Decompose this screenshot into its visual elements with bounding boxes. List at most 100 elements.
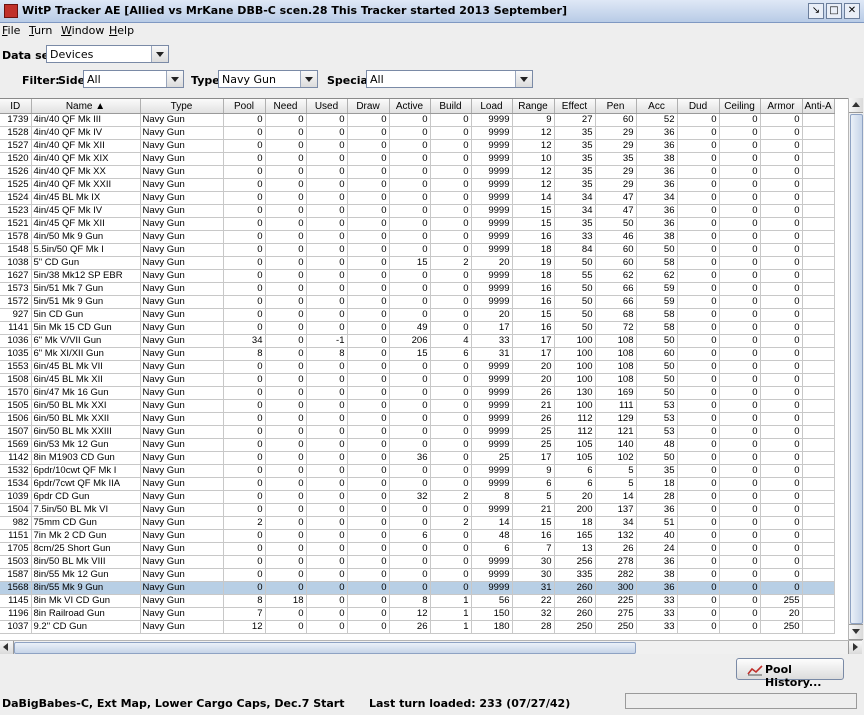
horizontal-scrollbar[interactable] [0,640,862,654]
table-cell: 9.2" CD Gun [31,620,141,634]
table-row[interactable]: 1528 4in/40 QF Mk IV Navy Gun 0 0 0 0 0 0 9999 12 3… [0,126,835,140]
table-row[interactable]: 1587 8in/55 Mk 12 Gun Navy Gun 0 0 0 0 0 0 9999 30… [0,568,835,582]
type-select[interactable]: Navy Gun [218,70,318,88]
column-header[interactable]: Build [430,99,472,114]
column-header[interactable]: Effect [554,99,596,114]
pool-history-button[interactable]: Pool History... [736,658,844,689]
chevron-down-icon[interactable] [300,71,317,87]
table-cell: 0 [719,126,761,140]
menu-help[interactable]: Help [109,24,134,37]
scroll-up-icon[interactable] [849,98,863,113]
table-cell: 225 [595,594,637,608]
table-cell: 0 [306,256,348,270]
table-row[interactable]: 1038 5" CD Gun Navy Gun 0 0 0 0 15 2 20 19 50 60 58 0 0… [0,256,835,270]
table-row[interactable]: 1525 4in/40 QF Mk XXII Navy Gun 0 0 0 0 0 0 9999 1… [0,178,835,192]
chevron-down-icon[interactable] [166,71,183,87]
table-cell: 8 [471,490,513,504]
table-row[interactable]: 1521 4in/45 QF Mk XII Navy Gun 0 0 0 0 0 0 9999 15… [0,217,835,231]
table-cell: 0 [347,529,390,543]
column-header[interactable]: Used [306,99,348,114]
menu-file[interactable]: File [2,24,20,37]
table-row[interactable]: 1627 5in/38 Mk12 SP EBR Navy Gun 0 0 0 0 0 0 9999… [0,269,835,283]
column-header[interactable]: Draw [347,99,390,114]
table-row[interactable]: 1568 8in/55 Mk 9 Gun Navy Gun 0 0 0 0 0 0 9999 31 2… [0,581,835,595]
column-header[interactable]: Need [265,99,307,114]
table-row[interactable]: 1035 6" Mk XI/XII Gun Navy Gun 8 0 8 0 15 6 31 17 1… [0,347,835,361]
horizontal-scroll-thumb[interactable] [14,642,636,654]
table-row[interactable]: 1572 5in/51 Mk 9 Gun Navy Gun 0 0 0 0 0 0 9999 16 5… [0,295,835,309]
table-row[interactable]: 1142 8in M1903 CD Gun Navy Gun 0 0 0 0 36 0 25 17 1… [0,451,835,465]
table-row[interactable]: 1505 6in/50 BL Mk XXI Navy Gun 0 0 0 0 0 0 9999 21… [0,399,835,413]
column-header[interactable]: Load [471,99,513,114]
table-row[interactable]: 1532 6pdr/10cwt QF Mk I Navy Gun 0 0 0 0 0 0 9999… [0,464,835,478]
status-scenario: DaBigBabes-C, Ext Map, Lower Cargo Caps,… [2,697,345,710]
table-cell: 4in/40 QF Mk XII [31,139,141,153]
column-header[interactable]: Name ▲ [31,99,141,114]
column-header[interactable]: Type [140,99,224,114]
menu-window[interactable]: Window [61,24,104,37]
table-row[interactable]: 1524 4in/45 BL Mk IX Navy Gun 0 0 0 0 0 0 9999 14 3… [0,191,835,205]
dataset-select[interactable]: Devices [46,45,169,63]
table-row[interactable]: 1705 8cm/25 Short Gun Navy Gun 0 0 0 0 0 0 6 7 13 26… [0,542,835,556]
table-cell: 15 [512,217,555,231]
table-cell: 0 [677,139,720,153]
chevron-down-icon[interactable] [515,71,532,87]
table-row[interactable]: 1506 6in/50 BL Mk XXII Navy Gun 0 0 0 0 0 0 9999 2… [0,412,835,426]
table-row[interactable]: 1534 6pdr/7cwt QF Mk IIA Navy Gun 0 0 0 0 0 0 999… [0,477,835,491]
table-row[interactable]: 1569 6in/53 Mk 12 Gun Navy Gun 0 0 0 0 0 0 9999 25… [0,438,835,452]
table-row[interactable]: 1507 6in/50 BL Mk XXIII Navy Gun 0 0 0 0 0 0 9999… [0,425,835,439]
table-cell: 0 [719,581,761,595]
table-cell: 9999 [471,139,513,153]
table-cell: 36 [636,139,678,153]
table-row[interactable]: 1141 5in Mk 15 CD Gun Navy Gun 0 0 0 0 49 0 17 16 5… [0,321,835,335]
table-row[interactable]: 1145 8in Mk VI CD Gun Navy Gun 8 18 0 0 8 1 56 22 2… [0,594,835,608]
vertical-scrollbar[interactable] [848,98,863,640]
table-row[interactable]: 1548 5.5in/50 QF Mk I Navy Gun 0 0 0 0 0 0 9999 18… [0,243,835,257]
column-header[interactable]: Active [389,99,431,114]
devices-table[interactable]: ID Name ▲ Type Pool Need Used Draw Active Build L… [0,98,848,641]
table-cell: 0 [677,607,720,621]
table-cell: 84 [554,243,596,257]
scroll-right-icon[interactable] [848,641,862,654]
column-header[interactable]: Pen [595,99,637,114]
table-row[interactable]: 1739 4in/40 QF Mk III Navy Gun 0 0 0 0 0 0 9999 9 2… [0,113,835,127]
table-row[interactable]: 1508 6in/45 BL Mk XII Navy Gun 0 0 0 0 0 0 9999 20… [0,373,835,387]
column-header[interactable]: Range [512,99,555,114]
maximize-icon[interactable]: □ [826,3,842,19]
special-select[interactable]: All [366,70,533,88]
close-icon[interactable]: ✕ [844,3,860,19]
table-row[interactable]: 1553 6in/45 BL Mk VII Navy Gun 0 0 0 0 0 0 9999 20… [0,360,835,374]
column-header[interactable]: Armor [760,99,803,114]
table-row[interactable]: 1037 9.2" CD Gun Navy Gun 12 0 0 0 26 1 180 28 250 2… [0,620,835,634]
table-row[interactable]: 1526 4in/40 QF Mk XX Navy Gun 0 0 0 0 0 0 9999 12 3… [0,165,835,179]
table-row[interactable]: 1523 4in/45 QF Mk IV Navy Gun 0 0 0 0 0 0 9999 15 3… [0,204,835,218]
scroll-left-icon[interactable] [0,641,14,654]
table-row[interactable]: 1039 6pdr CD Gun Navy Gun 0 0 0 0 32 2 8 5 20 14 28 0 0… [0,490,835,504]
scroll-down-icon[interactable] [849,624,863,640]
table-row[interactable]: 982 75mm CD Gun Navy Gun 2 0 0 0 0 2 14 15 18 34 51 0 0… [0,516,835,530]
table-cell: 9 [512,113,555,127]
table-row[interactable]: 1036 6" Mk V/VII Gun Navy Gun 34 0 -1 0 206 4 33 1… [0,334,835,348]
column-header[interactable]: Pool [223,99,266,114]
table-row[interactable]: 1151 7in Mk 2 CD Gun Navy Gun 0 0 0 0 6 0 48 16 165… [0,529,835,543]
column-header[interactable]: ID [0,99,32,114]
table-row[interactable]: 1196 8in Railroad Gun Navy Gun 7 0 0 0 12 1 150 32… [0,607,835,621]
table-row[interactable]: 1503 8in/50 BL Mk VIII Navy Gun 0 0 0 0 0 0 9999 3… [0,555,835,569]
minimize-icon[interactable]: ↘ [808,3,824,19]
column-header[interactable]: Ceiling [719,99,761,114]
table-cell: Navy Gun [140,113,224,127]
table-row[interactable]: 1578 4in/50 Mk 9 Gun Navy Gun 0 0 0 0 0 0 9999 16 3… [0,230,835,244]
column-header[interactable]: Anti-A [802,99,835,114]
table-row[interactable]: 1527 4in/40 QF Mk XII Navy Gun 0 0 0 0 0 0 9999 12… [0,139,835,153]
menu-turn[interactable]: Turn [29,24,52,37]
side-select[interactable]: All [83,70,184,88]
chevron-down-icon[interactable] [151,46,168,62]
column-header[interactable]: Acc [636,99,678,114]
table-row[interactable]: 1520 4in/40 QF Mk XIX Navy Gun 0 0 0 0 0 0 9999 10… [0,152,835,166]
table-row[interactable]: 1570 6in/47 Mk 16 Gun Navy Gun 0 0 0 0 0 0 9999 26… [0,386,835,400]
table-row[interactable]: 927 5in CD Gun Navy Gun 0 0 0 0 0 0 20 15 50 68 58 0 0 0 [0,308,835,322]
column-header[interactable]: Dud [677,99,720,114]
vertical-scroll-thumb[interactable] [850,114,863,624]
table-row[interactable]: 1573 5in/51 Mk 7 Gun Navy Gun 0 0 0 0 0 0 9999 16 5… [0,282,835,296]
table-row[interactable]: 1504 7.5in/50 BL Mk VI Navy Gun 0 0 0 0 0 0 9999 2… [0,503,835,517]
